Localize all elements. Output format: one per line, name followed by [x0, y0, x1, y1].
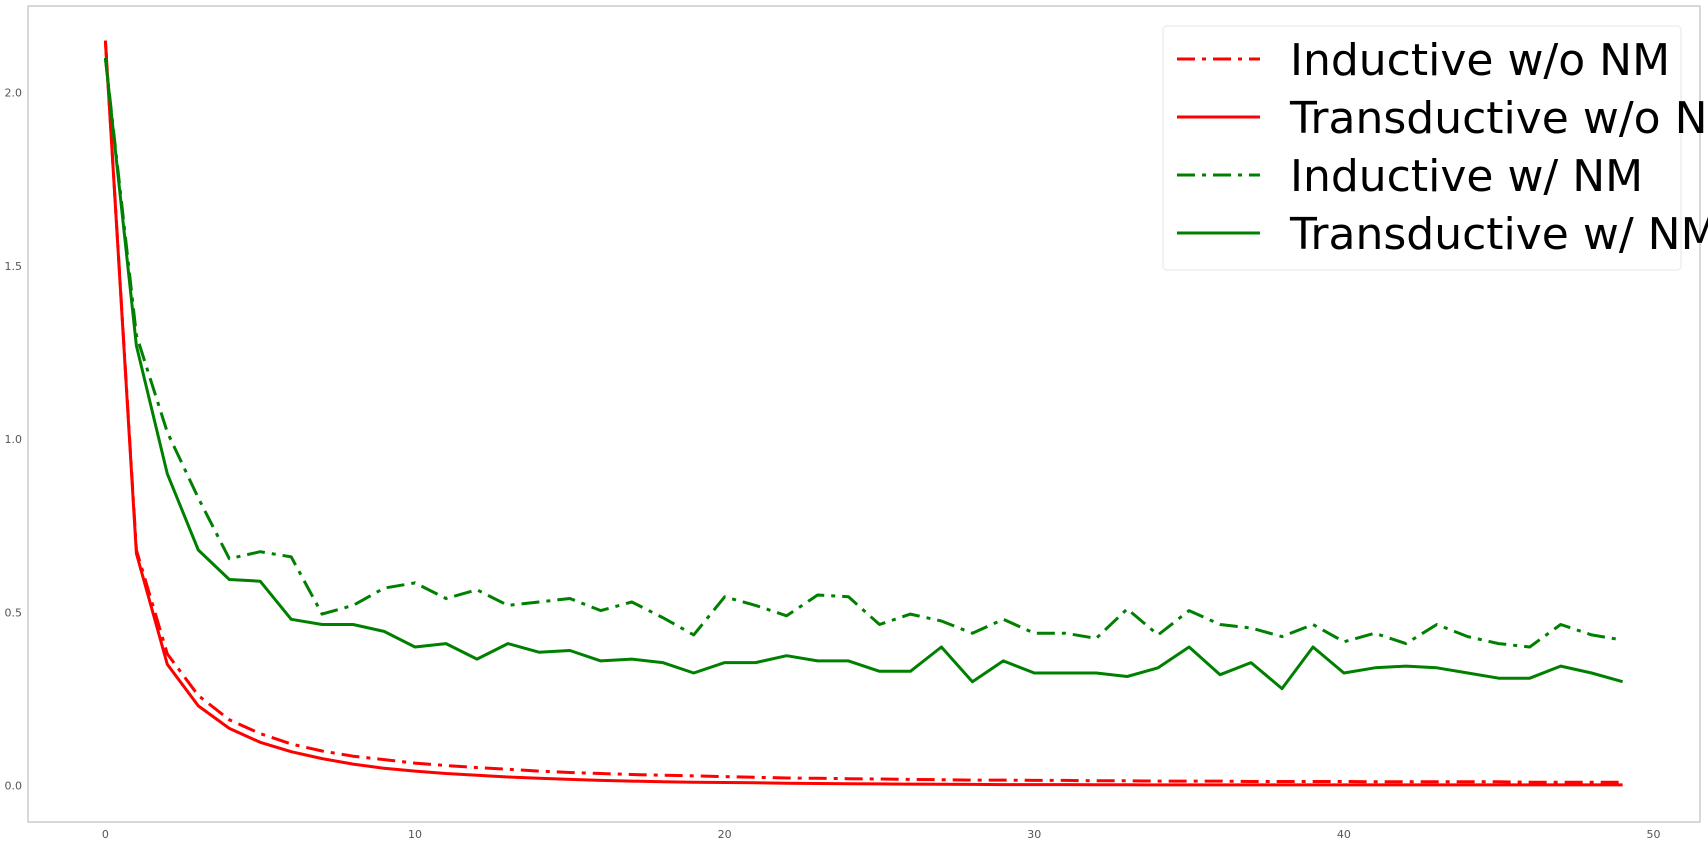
- x-tick-label: 0: [102, 828, 109, 841]
- x-tick-label: 40: [1337, 828, 1351, 841]
- y-tick-label: 1.0: [5, 433, 23, 446]
- legend: Inductive w/o NM Transductive w/o NM Induc…: [1162, 25, 1708, 271]
- y-tick-label: 0.5: [5, 606, 23, 619]
- y-tick-label: 0.0: [5, 780, 23, 793]
- x-tick-label: 30: [1027, 828, 1041, 841]
- legend-label: Inductive w/o NM: [1290, 35, 1670, 86]
- x-tick-label: 20: [718, 828, 732, 841]
- chart-container: 0 10 20 30 40 50 0.0 0.5 1.0 1.5 2.0 Inductive w/o…: [0, 0, 1708, 845]
- y-tick-label: 1.5: [5, 260, 23, 273]
- legend-label: Inductive w/ NM: [1290, 151, 1643, 202]
- x-tick-label: 10: [408, 828, 422, 841]
- legend-label: Transductive w/o NM: [1289, 93, 1708, 144]
- legend-label: Transductive w/ NM: [1289, 209, 1708, 260]
- line-chart: 0 10 20 30 40 50 0.0 0.5 1.0 1.5 2.0 Inductive w/o…: [5, 5, 1708, 841]
- x-tick-label: 50: [1647, 828, 1661, 841]
- y-tick-label: 2.0: [5, 87, 23, 100]
